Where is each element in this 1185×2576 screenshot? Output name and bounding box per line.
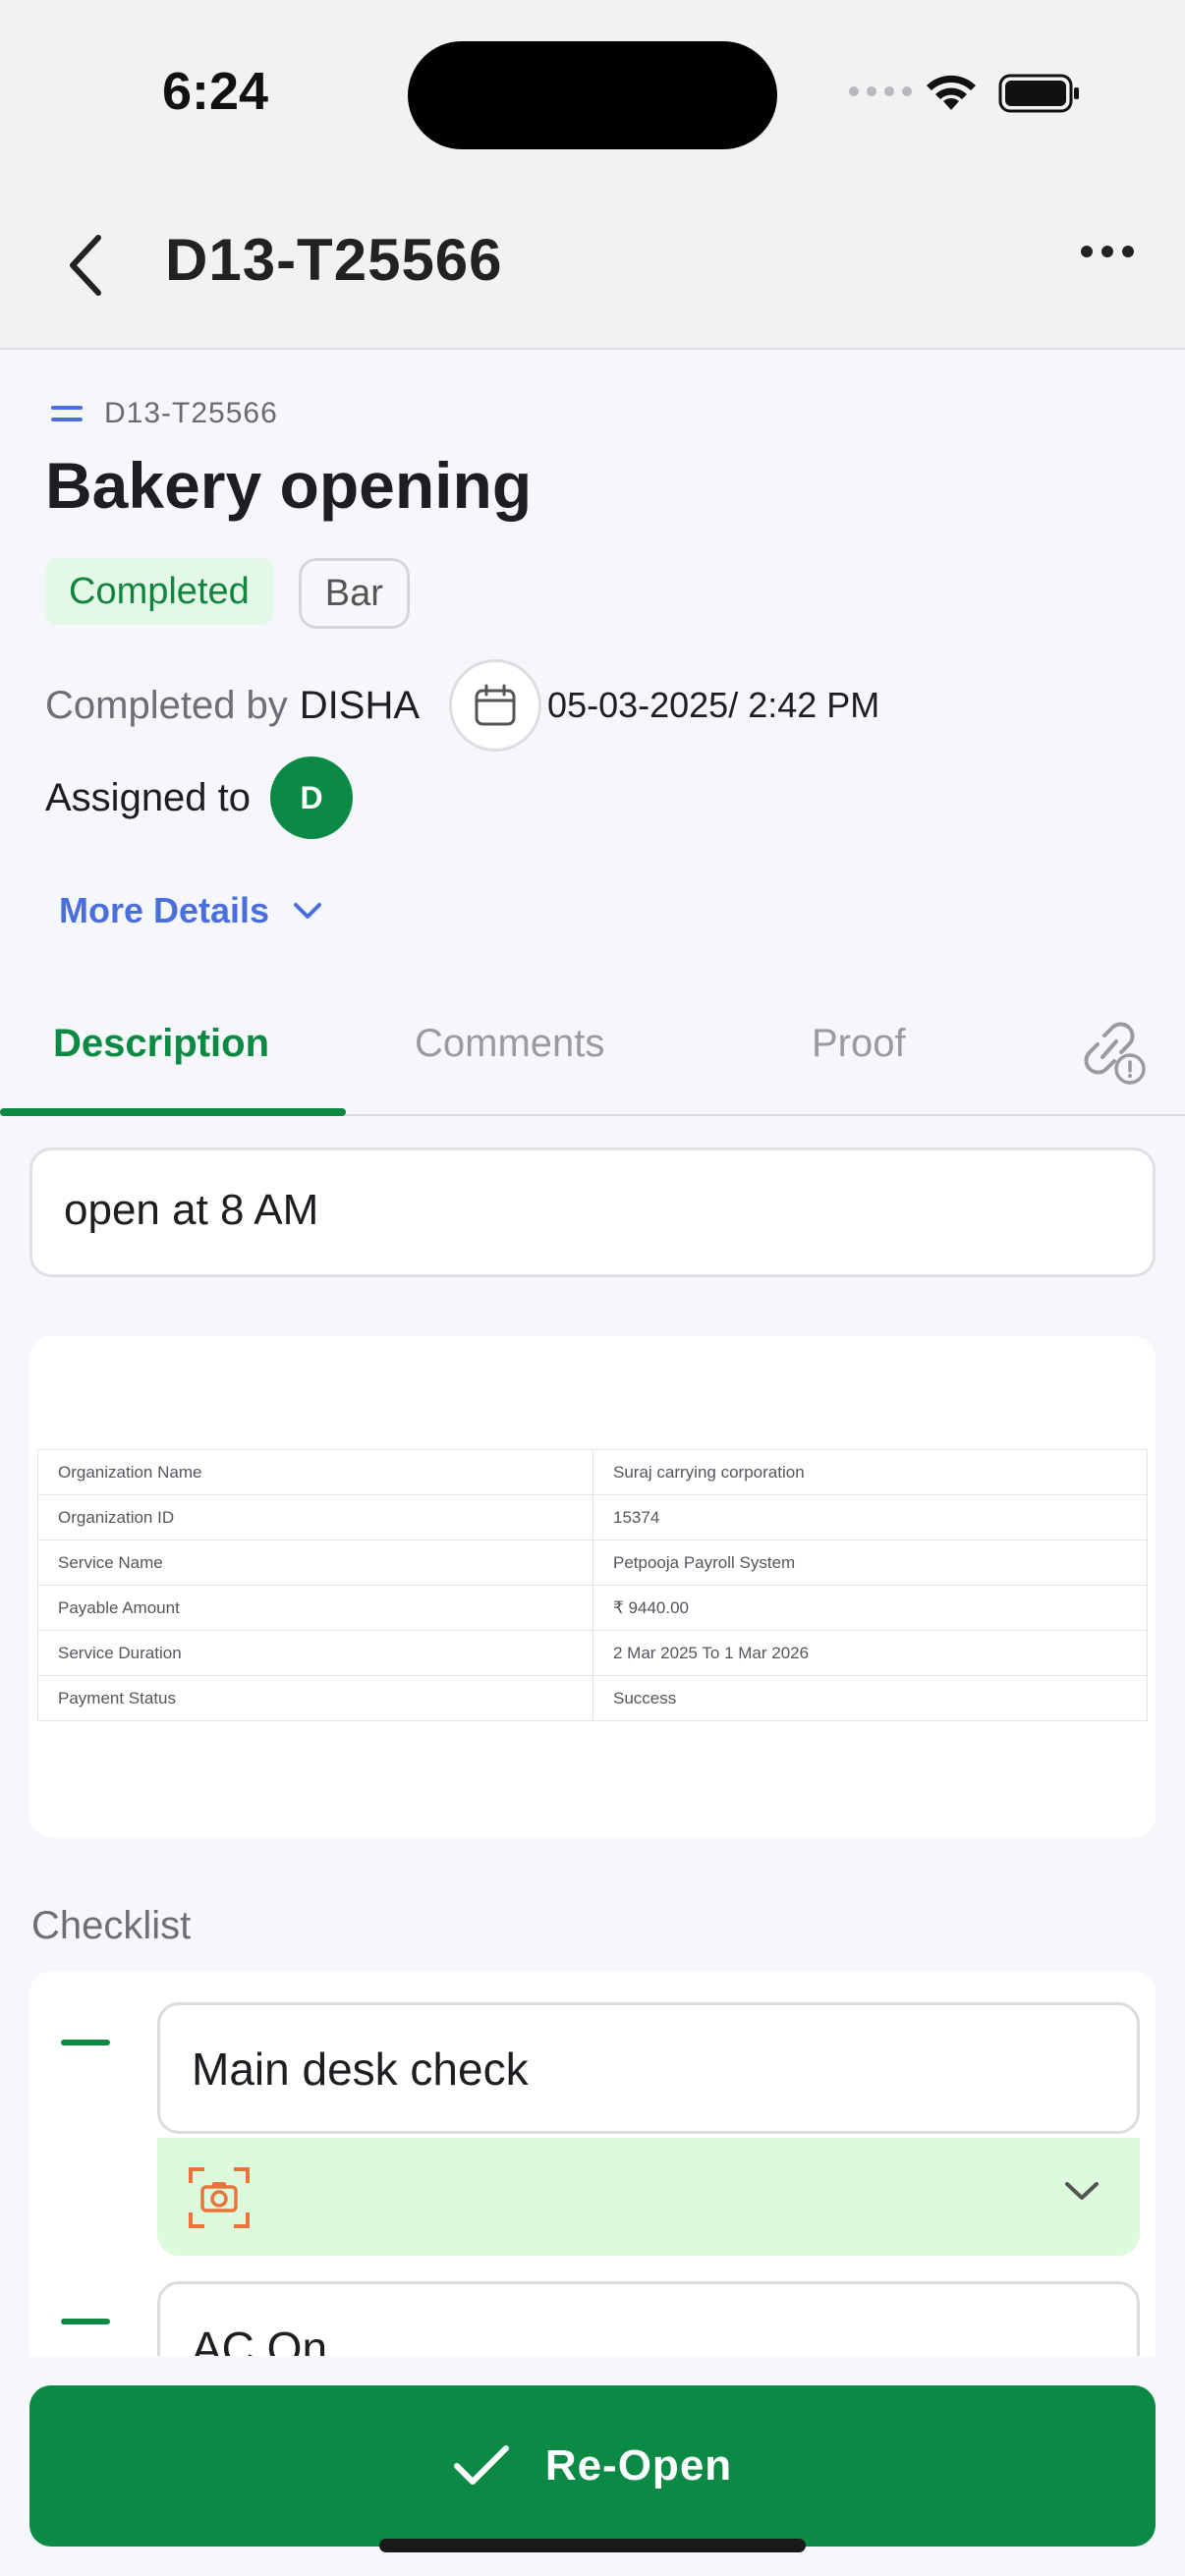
nav-header: D13-T25566 [0, 187, 1185, 350]
wifi-icon [927, 75, 976, 110]
dynamic-island [408, 41, 777, 149]
cellular-signal-icon [849, 86, 912, 96]
battery-icon [998, 74, 1079, 113]
status-badge: Completed [45, 558, 273, 625]
reopen-button[interactable]: Re-Open [29, 2385, 1156, 2547]
table-cell: Organization Name [37, 1449, 593, 1495]
task-chips: Completed Bar [45, 558, 410, 629]
table-cell: 15374 [592, 1494, 1148, 1540]
table-cell: 2 Mar 2025 To 1 Mar 2026 [592, 1630, 1148, 1676]
table-row: Organization Name Suraj carrying corpora… [37, 1449, 1148, 1495]
table-row: Payable Amount ₹ 9440.00 [37, 1585, 1148, 1631]
completed-row: Completed by DISHA 05-03-2025/ 2:42 PM [45, 658, 879, 753]
calendar-icon-badge [449, 659, 542, 752]
reopen-label: Re-Open [544, 2441, 733, 2490]
checklist-status-icon [61, 2040, 110, 2045]
tag-chip: Bar [298, 558, 410, 629]
assigned-to-label: Assigned to [45, 775, 252, 819]
link-alert-icon[interactable] [1075, 1014, 1148, 1087]
completed-date: 05-03-2025/ 2:42 PM [547, 685, 880, 725]
table-cell: Payment Status [37, 1675, 593, 1721]
attachment-table: Organization Name Suraj carrying corpora… [37, 1449, 1148, 1721]
more-dot-icon [1101, 246, 1113, 257]
assignee-avatar[interactable]: D [270, 756, 354, 839]
task-title: Bakery opening [45, 449, 533, 522]
more-dot-icon [1081, 246, 1093, 257]
more-dot-icon [1122, 246, 1134, 257]
task-id: D13-T25566 [104, 397, 278, 429]
home-indicator[interactable] [379, 2539, 806, 2552]
active-tab-indicator [0, 1108, 346, 1116]
checklist-heading: Checklist [31, 1904, 192, 1947]
table-row: Service Duration 2 Mar 2025 To 1 Mar 202… [37, 1630, 1148, 1676]
status-bar: 6:24 [0, 0, 1185, 187]
tab-comments[interactable]: Comments [415, 1022, 604, 1066]
tab-description[interactable]: Description [53, 1022, 269, 1066]
back-button[interactable] [55, 226, 114, 305]
priority-icon [51, 406, 83, 421]
table-cell: Payable Amount [37, 1585, 593, 1631]
calendar-icon [475, 684, 516, 726]
table-cell: Service Name [37, 1540, 593, 1586]
chevron-left-icon [70, 235, 101, 296]
completed-by-label: Completed by [45, 683, 288, 727]
checklist-proof-row [157, 2138, 1140, 2256]
table-cell: Suraj carrying corporation [592, 1449, 1148, 1495]
chevron-down-icon [294, 903, 322, 919]
table-cell: Petpooja Payroll System [592, 1540, 1148, 1586]
table-cell: Organization ID [37, 1494, 593, 1540]
table-cell: ₹ 9440.00 [592, 1585, 1148, 1631]
check-icon [453, 2445, 509, 2485]
header-title: D13-T25566 [165, 227, 503, 293]
table-cell: Success [592, 1675, 1148, 1721]
status-time: 6:24 [162, 62, 269, 121]
assigned-row: Assigned to D [45, 756, 354, 839]
table-row: Organization ID 15374 [37, 1494, 1148, 1540]
more-details-toggle[interactable]: More Details [59, 890, 322, 931]
more-details-label: More Details [59, 890, 270, 930]
task-id-row: D13-T25566 [51, 397, 278, 430]
checklist-status-icon [61, 2319, 110, 2324]
completed-by-name: DISHA [299, 683, 421, 727]
camera-scan-icon[interactable] [187, 2165, 252, 2230]
checklist-item[interactable]: Main desk check [157, 2002, 1140, 2134]
table-row: Service Name Petpooja Payroll System [37, 1540, 1148, 1586]
tab-proof[interactable]: Proof [812, 1022, 906, 1066]
task-detail-screen: 6:24 D13-T25566 D13-T25566 Bakery openin… [0, 0, 1185, 2576]
description-text: open at 8 AM [29, 1148, 1156, 1277]
more-options-button[interactable] [1081, 246, 1134, 257]
tab-bar: Description Comments Proof [0, 992, 1185, 1116]
table-cell: Service Duration [37, 1630, 593, 1676]
table-row: Payment Status Success [37, 1675, 1148, 1721]
attachment-image[interactable]: Organization Name Suraj carrying corpora… [29, 1336, 1156, 1837]
chevron-down-icon[interactable] [1063, 2179, 1100, 2203]
